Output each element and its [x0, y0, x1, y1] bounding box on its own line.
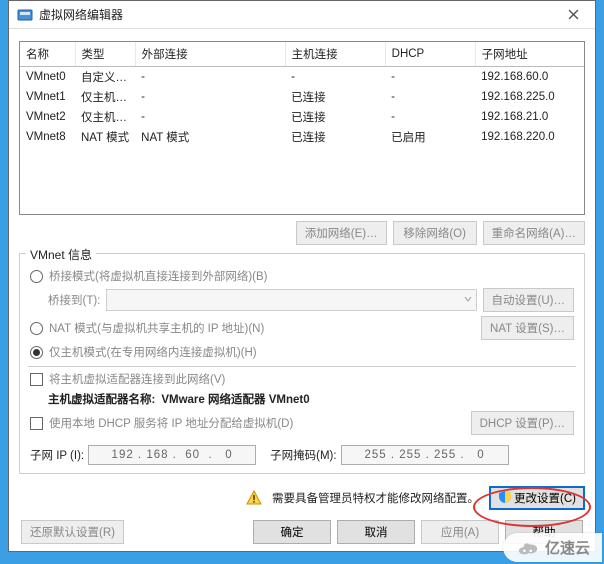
cell-type: 自定义… — [75, 67, 135, 88]
cell-name: VMnet0 — [20, 67, 75, 88]
vmnet-info-group: VMnet 信息 桥接模式(将虚拟机直接连接到外部网络)(B) 桥接到(T): … — [19, 253, 585, 474]
bridged-to-label: 桥接到(T): — [48, 292, 100, 308]
shield-icon — [498, 490, 512, 504]
adapter-name-value: VMware 网络适配器 VMnet0 — [161, 391, 309, 407]
nat-label: NAT 模式(与虚拟机共享主机的 IP 地址)(N) — [49, 320, 264, 336]
table-row[interactable]: VMnet2仅主机…-已连接-192.168.21.0 — [20, 107, 584, 127]
cell-type: 仅主机… — [75, 107, 135, 127]
cloud-icon — [517, 540, 539, 556]
col-host[interactable]: 主机连接 — [285, 42, 385, 67]
bridged-label: 桥接模式(将虚拟机直接连接到外部网络)(B) — [49, 268, 268, 284]
cell-name: VMnet2 — [20, 107, 75, 127]
cell-host: 已连接 — [285, 127, 385, 147]
dhcp-set-button: DHCP 设置(P)… — [471, 411, 574, 435]
cell-ext: NAT 模式 — [135, 127, 285, 147]
cell-subnet: 192.168.60.0 — [475, 67, 584, 88]
table-row[interactable]: VMnet8NAT 模式NAT 模式已连接已启用192.168.220.0 — [20, 127, 584, 147]
watermark-text: 亿速云 — [545, 537, 590, 558]
col-type[interactable]: 类型 — [75, 42, 135, 67]
col-subnet[interactable]: 子网地址 — [475, 42, 584, 67]
titlebar: 虚拟网络编辑器 — [9, 1, 595, 29]
subnet-ip-input — [88, 445, 256, 465]
cell-host: 已连接 — [285, 107, 385, 127]
cell-name: VMnet8 — [20, 127, 75, 147]
cell-ext: - — [135, 107, 285, 127]
table-row[interactable]: VMnet1仅主机…-已连接-192.168.225.0 — [20, 87, 584, 107]
subnet-ip-label: 子网 IP (I): — [30, 447, 84, 463]
rename-network-button: 重命名网络(A)… — [483, 221, 585, 245]
dhcp-assign-check — [30, 417, 43, 430]
ok-button[interactable]: 确定 — [253, 520, 331, 544]
add-network-button: 添加网络(E)… — [296, 221, 387, 245]
dhcp-assign-label: 使用本地 DHCP 服务将 IP 地址分配给虚拟机(D) — [49, 415, 293, 431]
subnet-mask-input — [341, 445, 509, 465]
cell-dhcp: - — [385, 67, 475, 88]
cell-host: 已连接 — [285, 87, 385, 107]
cell-subnet: 192.168.220.0 — [475, 127, 584, 147]
admin-notice: 需要具备管理员特权才能修改网络配置。 — [272, 490, 479, 506]
bridged-to-select — [106, 289, 476, 311]
hostonly-radio — [30, 346, 43, 359]
close-icon — [568, 9, 579, 20]
watermark: 亿速云 — [503, 533, 602, 562]
subnet-mask-label: 子网掩码(M): — [270, 447, 336, 463]
connect-adapter-label: 将主机虚拟适配器连接到此网络(V) — [49, 371, 225, 387]
col-name[interactable]: 名称 — [20, 42, 75, 67]
cell-ext: - — [135, 87, 285, 107]
auto-set-button: 自动设置(U)… — [483, 288, 574, 312]
restore-defaults-button: 还原默认设置(R) — [21, 520, 124, 544]
apply-button: 应用(A) — [421, 520, 499, 544]
cell-name: VMnet1 — [20, 87, 75, 107]
adapter-name-prefix: 主机虚拟适配器名称: — [48, 391, 155, 407]
table-row[interactable]: VMnet0自定义…---192.168.60.0 — [20, 67, 584, 88]
app-icon — [17, 7, 33, 23]
nat-radio — [30, 322, 43, 335]
connect-adapter-check — [30, 373, 43, 386]
cancel-button[interactable]: 取消 — [337, 520, 415, 544]
cell-dhcp: - — [385, 107, 475, 127]
table-header: 名称 类型 外部连接 主机连接 DHCP 子网地址 — [20, 42, 584, 67]
chevron-down-icon — [464, 294, 472, 306]
change-settings-label: 更改设置(C) — [514, 493, 576, 505]
group-legend: VMnet 信息 — [26, 246, 96, 263]
close-button[interactable] — [553, 2, 593, 28]
cell-ext: - — [135, 67, 285, 88]
col-ext[interactable]: 外部连接 — [135, 42, 285, 67]
col-dhcp[interactable]: DHCP — [385, 42, 475, 67]
window-title: 虚拟网络编辑器 — [39, 6, 123, 23]
remove-network-button: 移除网络(O) — [393, 221, 477, 245]
change-settings-button[interactable]: 更改设置(C) — [489, 486, 585, 510]
warning-icon — [246, 490, 262, 506]
bridged-radio — [30, 270, 43, 283]
network-table[interactable]: 名称 类型 外部连接 主机连接 DHCP 子网地址 VMnet0自定义…---1… — [19, 41, 585, 215]
cell-subnet: 192.168.225.0 — [475, 87, 584, 107]
nat-set-button: NAT 设置(S)… — [481, 316, 574, 340]
cell-dhcp: - — [385, 87, 475, 107]
cell-dhcp: 已启用 — [385, 127, 475, 147]
cell-type: NAT 模式 — [75, 127, 135, 147]
cell-subnet: 192.168.21.0 — [475, 107, 584, 127]
cell-type: 仅主机… — [75, 87, 135, 107]
cell-host: - — [285, 67, 385, 88]
hostonly-label: 仅主机模式(在专用网络内连接虚拟机)(H) — [49, 344, 257, 360]
